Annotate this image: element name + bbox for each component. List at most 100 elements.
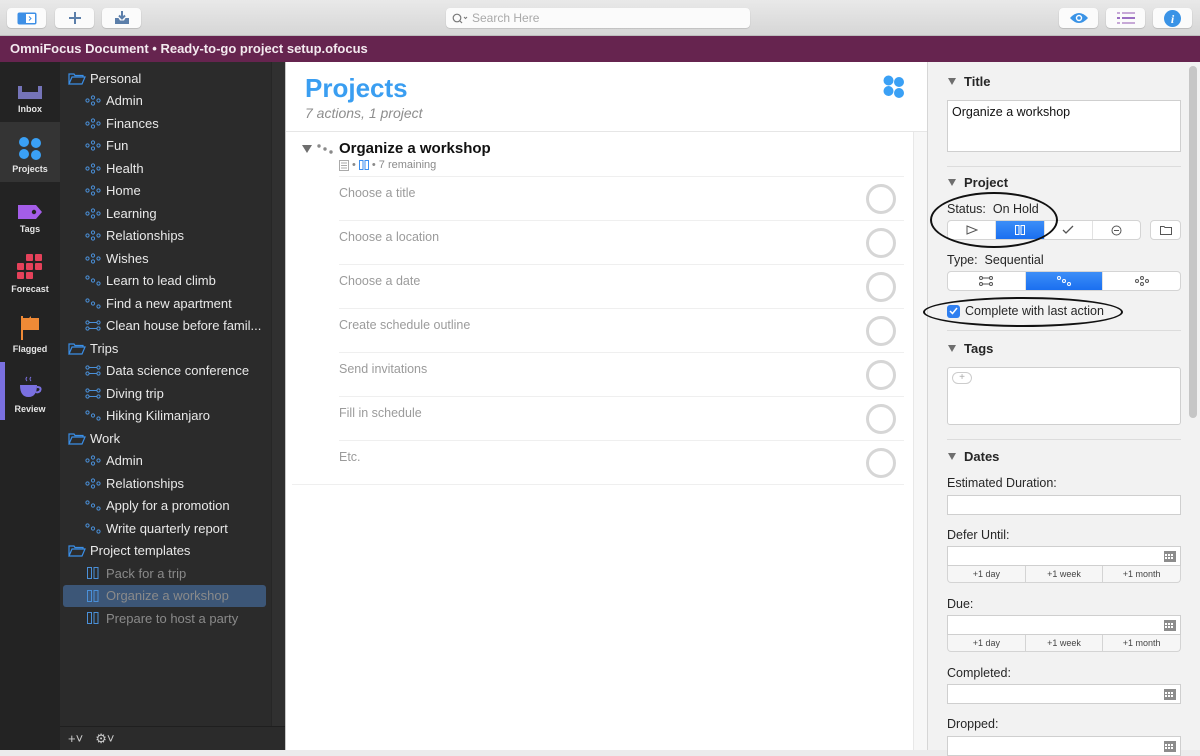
outline-scrollbar[interactable] [913,132,927,750]
sidebar-project[interactable]: Relationships [84,225,184,247]
rail-projects[interactable]: Projects [0,122,60,182]
sidebar-project[interactable]: Prepare to host a party [84,607,238,629]
sidebar-project[interactable]: Finances [84,112,159,134]
sidebar-project[interactable]: Learn to lead climb [84,270,216,292]
task-checkbox[interactable] [866,184,896,214]
search-field[interactable] [446,8,750,28]
plus-icon [68,12,81,24]
defer-until-field[interactable] [947,546,1181,566]
type-segmented-control[interactable] [947,271,1181,291]
status-dropped-button[interactable] [1093,221,1140,239]
task-title[interactable]: Send invitations [339,362,427,376]
rail-forecast[interactable]: Forecast [0,242,60,302]
sidebar-toggle-button[interactable] [7,8,46,28]
sidebar-project[interactable]: Data science conference [84,360,249,382]
task-row[interactable]: Etc. [339,440,904,484]
task-checkbox[interactable] [866,404,896,434]
task-row[interactable]: Create schedule outline [339,308,904,352]
note-icon[interactable] [339,159,349,171]
sidebar-scrollbar[interactable] [271,62,285,727]
sidebar-project[interactable]: Home [84,180,141,202]
sidebar-project[interactable]: Relationships [84,472,184,494]
dropped-field[interactable] [947,736,1181,756]
sidebar-project[interactable]: Admin [84,450,143,472]
sidebar-project[interactable]: Wishes [84,247,149,269]
due-plus-1-week[interactable]: +1 week [1026,635,1104,651]
project-section-header[interactable]: Project [948,175,1008,190]
project-row[interactable]: Organize a workshop [302,140,491,157]
sidebar-project[interactable]: Fun [84,135,128,157]
calendar-icon[interactable] [1164,689,1176,700]
type-parallel-button[interactable] [948,272,1026,290]
sidebar-project[interactable]: Write quarterly report [84,517,228,539]
sidebar-project[interactable]: Learning [84,202,157,224]
task-title[interactable]: Choose a location [339,230,439,244]
task-row[interactable]: Fill in schedule [339,396,904,440]
task-title[interactable]: Choose a title [339,186,415,200]
defer-plus-1-month[interactable]: +1 month [1103,566,1180,582]
sidebar-project[interactable]: Diving trip [84,382,164,404]
estimated-duration-field[interactable] [947,495,1181,515]
completed-field[interactable] [947,684,1181,704]
sidebar-folder[interactable]: Personal [68,67,141,89]
task-title[interactable]: Etc. [339,450,361,464]
due-plus-1-month[interactable]: +1 month [1103,635,1180,651]
inspector-button[interactable]: i [1153,8,1192,28]
quick-entry-button[interactable] [102,8,141,28]
sidebar-project[interactable]: Hiking Kilimanjaro [84,405,210,427]
calendar-icon[interactable] [1164,551,1176,562]
rail-flagged[interactable]: Flagged [0,302,60,362]
task-row[interactable]: Choose a title [339,176,904,220]
sidebar-folder[interactable]: Project templates [68,540,190,562]
task-title[interactable]: Choose a date [339,274,420,288]
view-options-button[interactable] [1059,8,1098,28]
new-item-button[interactable] [55,8,94,28]
sidebar-folder[interactable]: Work [68,427,120,449]
move-to-folder-button[interactable] [1150,220,1181,240]
sidebar-folder[interactable]: Trips [68,337,118,359]
type-single-actions-button[interactable] [1103,272,1180,290]
add-menu-button[interactable]: +˅ [68,731,83,746]
task-checkbox[interactable] [866,272,896,302]
defer-plus-1-week[interactable]: +1 week [1026,566,1104,582]
task-title[interactable]: Create schedule outline [339,318,470,332]
task-title[interactable]: Fill in schedule [339,406,422,420]
due-plus-1-day[interactable]: +1 day [948,635,1026,651]
sidebar-project[interactable]: Admin [84,90,143,112]
defer-plus-1-day[interactable]: +1 day [948,566,1026,582]
due-field[interactable] [947,615,1181,635]
type-sequential-button[interactable] [1025,272,1104,290]
settings-menu-button[interactable]: ⚙˅ [95,731,114,747]
dates-section-header[interactable]: Dates [948,449,999,464]
disclosure-triangle-icon[interactable] [302,144,312,153]
sidebar-project[interactable]: Health [84,157,144,179]
task-row[interactable]: Send invitations [339,352,904,396]
title-section-header[interactable]: Title [948,74,991,89]
calendar-icon[interactable] [1164,620,1176,631]
rail-tags[interactable]: Tags [0,182,60,242]
sidebar-project[interactable]: Organize a workshop [63,584,266,607]
project-title[interactable]: Organize a workshop [339,140,491,157]
task-row[interactable]: Choose a date [339,264,904,308]
sidebar-project[interactable]: Find a new apartment [84,292,232,314]
tags-field[interactable]: + [947,367,1181,425]
task-checkbox[interactable] [866,360,896,390]
inspector-panel: Title Organize a workshop Project Status… [923,62,1200,756]
sidebar-project[interactable]: Clean house before famil... [84,315,261,337]
task-checkbox[interactable] [866,448,896,478]
tags-section-header[interactable]: Tags [948,341,993,356]
task-checkbox[interactable] [866,228,896,258]
rail-review[interactable]: Review [0,362,60,422]
sidebar-project[interactable]: Apply for a promotion [84,495,230,517]
sequential-icon [85,297,101,309]
outline-view-button[interactable] [1106,8,1145,28]
inspector-scrollbar[interactable] [1189,66,1197,418]
calendar-icon[interactable] [1164,741,1176,752]
task-checkbox[interactable] [866,316,896,346]
sidebar-project[interactable]: Pack for a trip [84,562,186,584]
task-row[interactable]: Choose a location [339,220,904,264]
add-tag-button[interactable]: + [952,372,972,384]
title-field[interactable]: Organize a workshop [947,100,1181,152]
rail-inbox[interactable]: Inbox [0,62,60,122]
search-input[interactable] [472,11,732,25]
